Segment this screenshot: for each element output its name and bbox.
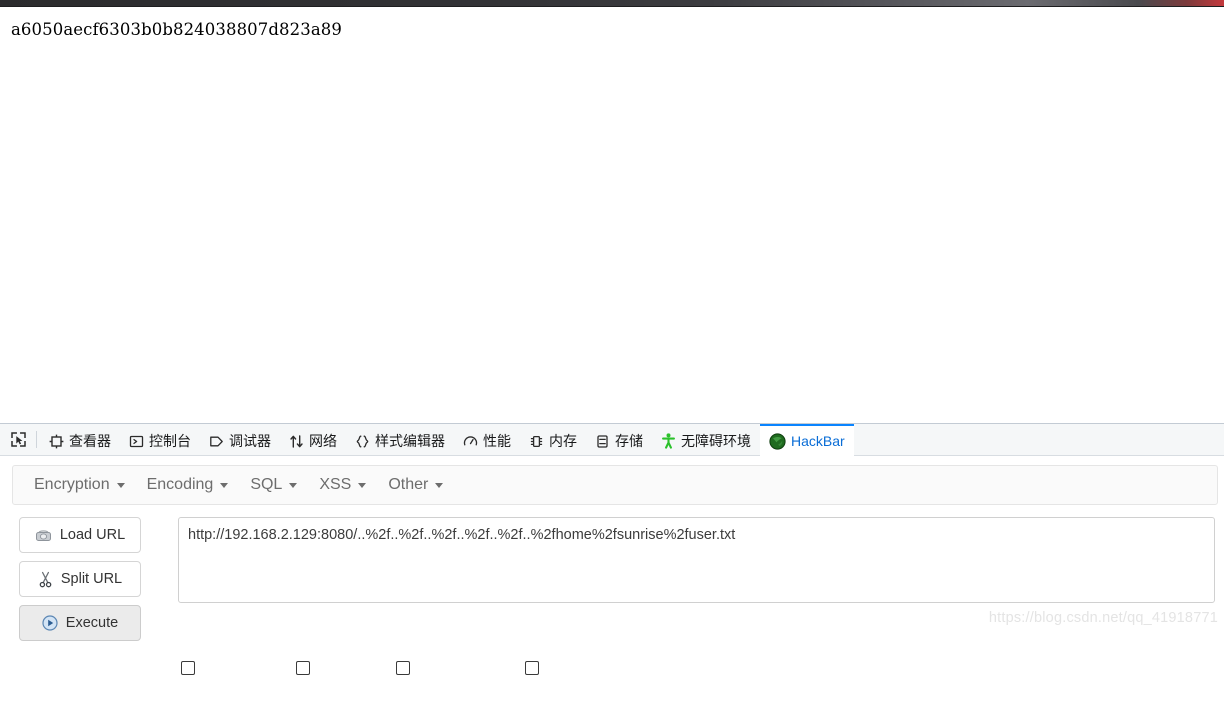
url-input[interactable] xyxy=(178,517,1215,603)
tab-performance-label: 性能 xyxy=(483,433,511,449)
option-checkbox-1[interactable] xyxy=(181,661,195,675)
tab-inspector-label: 查看器 xyxy=(69,433,111,449)
menu-encryption[interactable]: Encryption xyxy=(23,470,136,500)
tab-debugger-label: 调试器 xyxy=(229,433,271,449)
tab-console-label: 控制台 xyxy=(149,433,191,449)
memory-icon xyxy=(529,434,544,449)
tab-hackbar-label: HackBar xyxy=(791,433,845,449)
chevron-down-icon xyxy=(358,482,367,488)
option-checkbox-2[interactable] xyxy=(296,661,310,675)
inspector-icon xyxy=(49,434,64,449)
load-url-label: Load URL xyxy=(59,527,126,543)
tab-hackbar[interactable]: HackBar xyxy=(760,424,854,456)
menu-xss-label: XSS xyxy=(319,476,352,493)
split-url-label: Split URL xyxy=(60,571,123,587)
menu-other[interactable]: Other xyxy=(377,470,454,500)
element-picker-button[interactable] xyxy=(0,424,35,455)
chevron-down-icon xyxy=(289,482,298,488)
performance-icon xyxy=(463,434,478,449)
option-checkbox-4[interactable] xyxy=(525,661,539,675)
menu-encryption-label: Encryption xyxy=(34,476,110,493)
style-editor-icon xyxy=(355,434,370,449)
browser-chrome-strip xyxy=(0,0,1224,7)
hackbar-option-checkboxes xyxy=(0,661,1224,701)
page-content-area: a6050aecf6303b0b824038807d823a89 xyxy=(0,8,1224,422)
console-icon xyxy=(129,434,144,449)
menu-sql-label: SQL xyxy=(250,476,283,493)
hackbar-action-buttons: Load URL Split URL Execute xyxy=(19,517,141,649)
tab-network[interactable]: 网络 xyxy=(280,424,346,456)
menu-encoding-label: Encoding xyxy=(146,476,214,493)
split-url-button[interactable]: Split URL xyxy=(19,561,141,597)
element-picker-icon xyxy=(10,431,27,448)
load-url-button[interactable]: Load URL xyxy=(19,517,141,553)
scissors-icon xyxy=(38,571,53,588)
menu-xss[interactable]: XSS xyxy=(308,470,377,500)
devtools-panel: 查看器 控制台 调试器 网络 样式编辑器 性能 内存 存储 无障碍环境 Hack… xyxy=(0,423,1224,675)
tab-style-editor[interactable]: 样式编辑器 xyxy=(346,424,454,456)
toolbar-separator xyxy=(36,431,37,448)
devtools-toolbar: 查看器 控制台 调试器 网络 样式编辑器 性能 内存 存储 无障碍环境 Hack… xyxy=(0,424,1224,456)
disk-icon xyxy=(35,528,52,543)
chevron-down-icon xyxy=(435,482,444,488)
option-checkbox-3[interactable] xyxy=(396,661,410,675)
tab-memory[interactable]: 内存 xyxy=(520,424,586,456)
execute-button[interactable]: Execute xyxy=(19,605,141,641)
menu-sql[interactable]: SQL xyxy=(239,470,308,500)
storage-icon xyxy=(595,434,610,449)
hackbar-menubar: Encryption Encoding SQL XSS Other xyxy=(12,465,1218,505)
tab-storage-label: 存储 xyxy=(615,433,643,449)
hackbar-logo-icon xyxy=(769,432,786,450)
tab-network-label: 网络 xyxy=(309,433,337,449)
chevron-down-icon xyxy=(220,482,229,488)
tab-style-editor-label: 样式编辑器 xyxy=(375,433,445,449)
accessibility-icon xyxy=(661,433,676,449)
tab-console[interactable]: 控制台 xyxy=(120,424,200,456)
menu-encoding[interactable]: Encoding xyxy=(136,470,240,500)
csdn-watermark: https://blog.csdn.net/qq_41918771 xyxy=(988,610,1218,626)
tab-memory-label: 内存 xyxy=(549,433,577,449)
response-hash-text: a6050aecf6303b0b824038807d823a89 xyxy=(11,20,342,39)
tab-inspector[interactable]: 查看器 xyxy=(40,424,120,456)
chevron-down-icon xyxy=(116,482,125,488)
menu-other-label: Other xyxy=(388,476,429,493)
tab-storage[interactable]: 存储 xyxy=(586,424,652,456)
execute-label: Execute xyxy=(65,615,119,631)
network-icon xyxy=(289,434,304,449)
tab-debugger[interactable]: 调试器 xyxy=(200,424,280,456)
play-icon xyxy=(42,615,58,631)
tab-accessibility-label: 无障碍环境 xyxy=(681,433,751,449)
tab-accessibility[interactable]: 无障碍环境 xyxy=(652,424,760,456)
tab-performance[interactable]: 性能 xyxy=(454,424,520,456)
debugger-icon xyxy=(209,434,224,449)
